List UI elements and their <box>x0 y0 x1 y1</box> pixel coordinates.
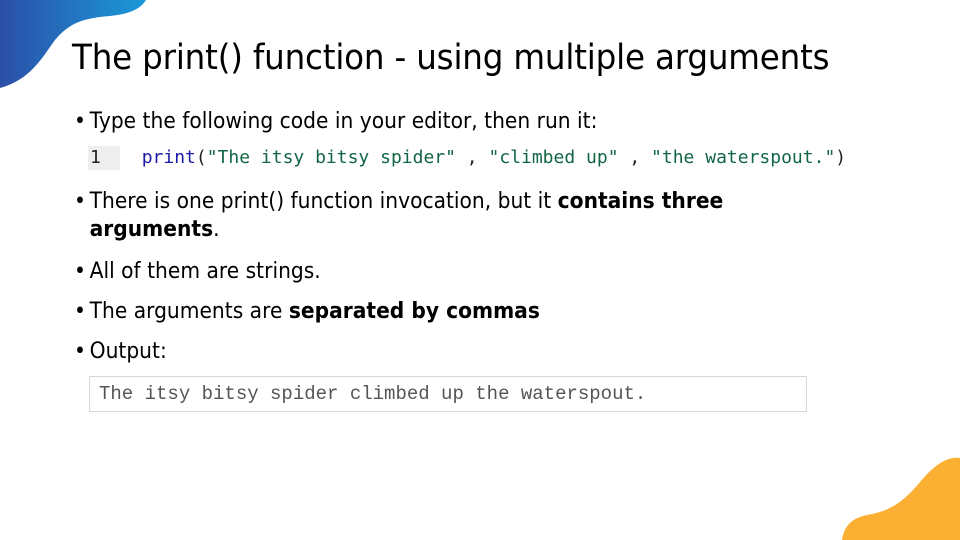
bullet-dot: • <box>74 109 86 134</box>
bullet-instruction: • Type the following code in your editor,… <box>74 109 598 134</box>
output-console: The itsy bitsy spider climbed up the wat… <box>89 376 807 412</box>
code-arg-3: "the waterspout." <box>651 147 836 168</box>
code-snippet: 1 print("The itsy bitsy spider" , "climb… <box>88 146 847 170</box>
line-number: 1 <box>88 146 120 170</box>
bullet-output: • Output: <box>74 339 167 364</box>
bullet-strings: • All of them are strings. <box>74 259 321 284</box>
code-arg-2: "climbed up" <box>488 147 619 168</box>
orange-wave-decoration <box>842 457 960 540</box>
code-function: print <box>141 147 196 168</box>
code-arg-1: "The itsy bitsy spider" <box>206 147 456 168</box>
bullet-commas: • The arguments are separated by commas <box>74 299 540 324</box>
bullet-invocation: • There is one print() function invocatio… <box>74 189 724 242</box>
slide-title: The print() function - using multiple ar… <box>72 38 830 78</box>
